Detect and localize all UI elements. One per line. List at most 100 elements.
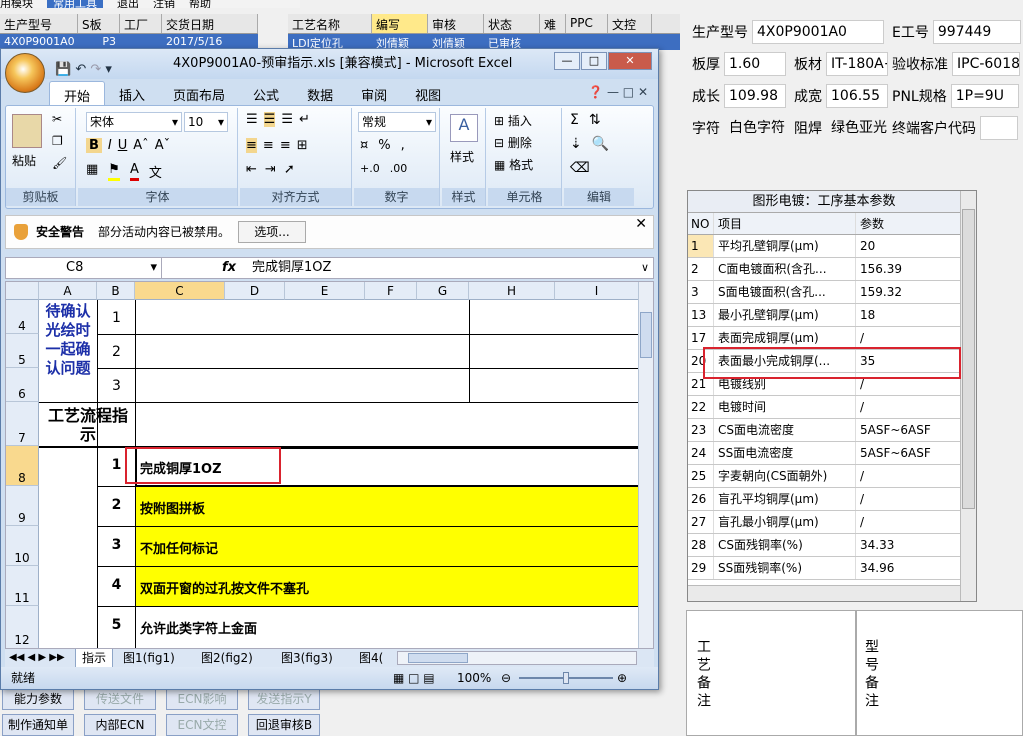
close-icon[interactable]: ✕ xyxy=(635,208,647,240)
bold-icon[interactable]: B xyxy=(86,138,102,153)
doc-restore-icon[interactable]: □ xyxy=(623,85,634,99)
undo-icon[interactable]: ↶ xyxy=(75,62,86,77)
ecn-doc-control-button[interactable]: ECN文控 xyxy=(166,714,238,736)
cell-b6[interactable]: 3 xyxy=(98,378,135,394)
align-center-icon[interactable]: ≡ xyxy=(263,138,274,153)
row-header-10[interactable]: 10 xyxy=(6,526,39,566)
clear-icon[interactable]: ⌫ xyxy=(570,160,590,176)
excel-title-bar[interactable]: 💾 ↶ ↷ ▾ 4X0P9001A0-预审指示.xls [兼容模式] - Mic… xyxy=(1,49,658,79)
font-size-select[interactable]: 10 ▾ xyxy=(184,112,228,132)
paste-button[interactable]: 粘贴 xyxy=(12,152,36,169)
doc-minimize-icon[interactable]: — xyxy=(607,85,619,99)
comma-icon[interactable]: , xyxy=(401,138,405,153)
formula-input[interactable]: 完成铜厚1OZ xyxy=(252,258,331,278)
select-all-corner[interactable] xyxy=(6,282,39,300)
cell-a7-process-title[interactable]: 工艺流程指示 xyxy=(42,406,134,444)
sheet-nav-icon[interactable]: ◀◀ ◀ ▶ ▶▶ xyxy=(9,649,65,667)
ecn-impact-button[interactable]: ECN影响 xyxy=(166,688,238,710)
align-middle-icon[interactable]: ☰ xyxy=(263,112,276,127)
col-header-b[interactable]: B xyxy=(97,282,135,300)
align-top-icon[interactable]: ☰ xyxy=(246,112,258,127)
col-header-c[interactable]: C xyxy=(135,282,225,300)
col-header-e[interactable]: E xyxy=(285,282,365,300)
cell-c11[interactable]: 双面开窗的过孔按文件不塞孔 xyxy=(140,578,309,597)
view-mode-icons[interactable]: ▦ □ ▤ xyxy=(393,667,435,689)
menu-item-exit[interactable]: 退出 xyxy=(117,0,139,8)
redo-icon[interactable]: ↷ xyxy=(90,62,101,77)
col-header-model[interactable]: 生产型号 xyxy=(0,14,78,33)
tab-sheet-fig1[interactable]: 图1(fig1) xyxy=(123,649,175,667)
rollback-review-button[interactable]: 回退审核B xyxy=(248,714,320,736)
field-material[interactable]: IT-180A+ xyxy=(826,52,888,76)
col-header-doc-control[interactable]: 文控 xyxy=(608,14,652,33)
cell-b12[interactable]: 5 xyxy=(98,617,135,633)
field-legend[interactable]: 白色字符 xyxy=(724,116,786,140)
find-select-icon[interactable]: 🔍 xyxy=(592,136,609,152)
cell-b5[interactable]: 2 xyxy=(98,344,135,360)
table-row[interactable]: 3 S面电镀面积(含孔... 159.32 xyxy=(688,281,976,304)
help-icon[interactable]: ❓ xyxy=(588,85,603,99)
field-pnl-spec[interactable]: 1P=9U xyxy=(950,84,1019,108)
font-name-select[interactable]: 宋体 ▾ xyxy=(86,112,182,132)
capability-params-button[interactable]: 能力参数 xyxy=(2,688,74,710)
worksheet-horizontal-scrollbar[interactable] xyxy=(397,651,637,665)
decrease-decimal-icon[interactable]: .00 xyxy=(390,162,408,175)
options-button[interactable]: 选项... xyxy=(238,221,306,243)
field-length[interactable]: 109.98 xyxy=(724,84,786,108)
align-left-icon[interactable]: ≡ xyxy=(246,138,257,153)
grow-font-icon[interactable]: Aˆ xyxy=(133,138,148,153)
zoom-level[interactable]: 100% xyxy=(457,667,491,689)
align-bottom-icon[interactable]: ☰ xyxy=(281,112,293,127)
percent-icon[interactable]: % xyxy=(378,138,390,153)
col-header-difficulty[interactable]: 难 xyxy=(540,14,566,33)
copy-icon[interactable]: ❐ xyxy=(52,134,63,148)
col-header-g[interactable]: G xyxy=(417,282,469,300)
table-row[interactable]: 13 最小孔壁铜厚(μm) 18 xyxy=(688,304,976,327)
field-thickness[interactable]: 1.60 xyxy=(724,52,786,76)
cell-c12[interactable]: 允许此类字符上金面 xyxy=(140,618,257,637)
parameters-horizontal-scrollbar[interactable] xyxy=(688,585,960,601)
insert-cells-button[interactable]: ⊞ 插入 xyxy=(494,112,532,129)
menu-item-logout[interactable]: 注销 xyxy=(153,0,175,8)
field-e-number[interactable]: 997449 xyxy=(932,20,1021,44)
cell-a4-confirm-text[interactable]: 待确认光绘时一起确认问题 xyxy=(40,302,96,378)
cell-b11[interactable]: 4 xyxy=(98,577,135,593)
zoom-slider-thumb[interactable] xyxy=(563,672,569,684)
cell-c10[interactable]: 不加任何标记 xyxy=(140,538,218,557)
col-header-item[interactable]: 项目 xyxy=(714,213,856,234)
autosum-icon[interactable]: Σ xyxy=(570,112,579,128)
send-instruction-button[interactable]: 发送指示Y xyxy=(248,688,320,710)
table-row[interactable]: 25 字麦朝向(CS面朝外) / xyxy=(688,465,976,488)
merge-center-icon[interactable]: ⊞ xyxy=(297,138,308,153)
production-notice-button[interactable]: 制作通知单 xyxy=(2,714,74,736)
col-header-h[interactable]: H xyxy=(469,282,555,300)
col-header-status[interactable]: 状态 xyxy=(484,14,540,33)
office-button[interactable] xyxy=(5,53,45,93)
currency-icon[interactable]: ¤ xyxy=(360,138,368,153)
col-header-delivery-date[interactable]: 交货日期 xyxy=(162,14,258,33)
wrap-text-icon[interactable]: ↵ xyxy=(299,112,310,127)
format-cells-button[interactable]: ▦ 格式 xyxy=(494,156,533,173)
col-header-reviewer[interactable]: 审核 xyxy=(428,14,484,33)
row-header-12[interactable]: 12 xyxy=(6,606,39,648)
font-color-icon[interactable]: A xyxy=(129,162,139,181)
col-header-i[interactable]: I xyxy=(555,282,639,300)
shrink-font-icon[interactable]: Aˇ xyxy=(155,138,170,153)
table-row[interactable]: 29 SS面残铜率(%) 34.96 xyxy=(688,557,976,580)
delete-cells-button[interactable]: ⊟ 删除 xyxy=(494,134,532,151)
row-header-11[interactable]: 11 xyxy=(6,566,39,606)
styles-button[interactable]: 样式 xyxy=(450,148,474,165)
cell-b10[interactable]: 3 xyxy=(98,537,135,553)
table-row[interactable]: 1 平均孔壁铜厚(μm) 20 xyxy=(688,235,976,258)
paste-icon[interactable] xyxy=(12,114,42,148)
field-acceptance[interactable]: IPC-6018 xyxy=(952,52,1020,76)
field-width[interactable]: 106.55 xyxy=(826,84,888,108)
menu-item-tools[interactable]: 常用工具 xyxy=(47,0,103,8)
name-box[interactable]: C8 ▾ xyxy=(6,258,162,278)
save-icon[interactable]: 💾 xyxy=(55,62,71,77)
col-header-param[interactable]: 参数 xyxy=(856,213,960,234)
zoom-in-icon[interactable]: ⊕ xyxy=(617,667,627,689)
insert-function-icon[interactable]: fx xyxy=(222,258,236,278)
cell-b4[interactable]: 1 xyxy=(98,310,135,326)
orientation-icon[interactable]: ➚ xyxy=(284,162,295,177)
